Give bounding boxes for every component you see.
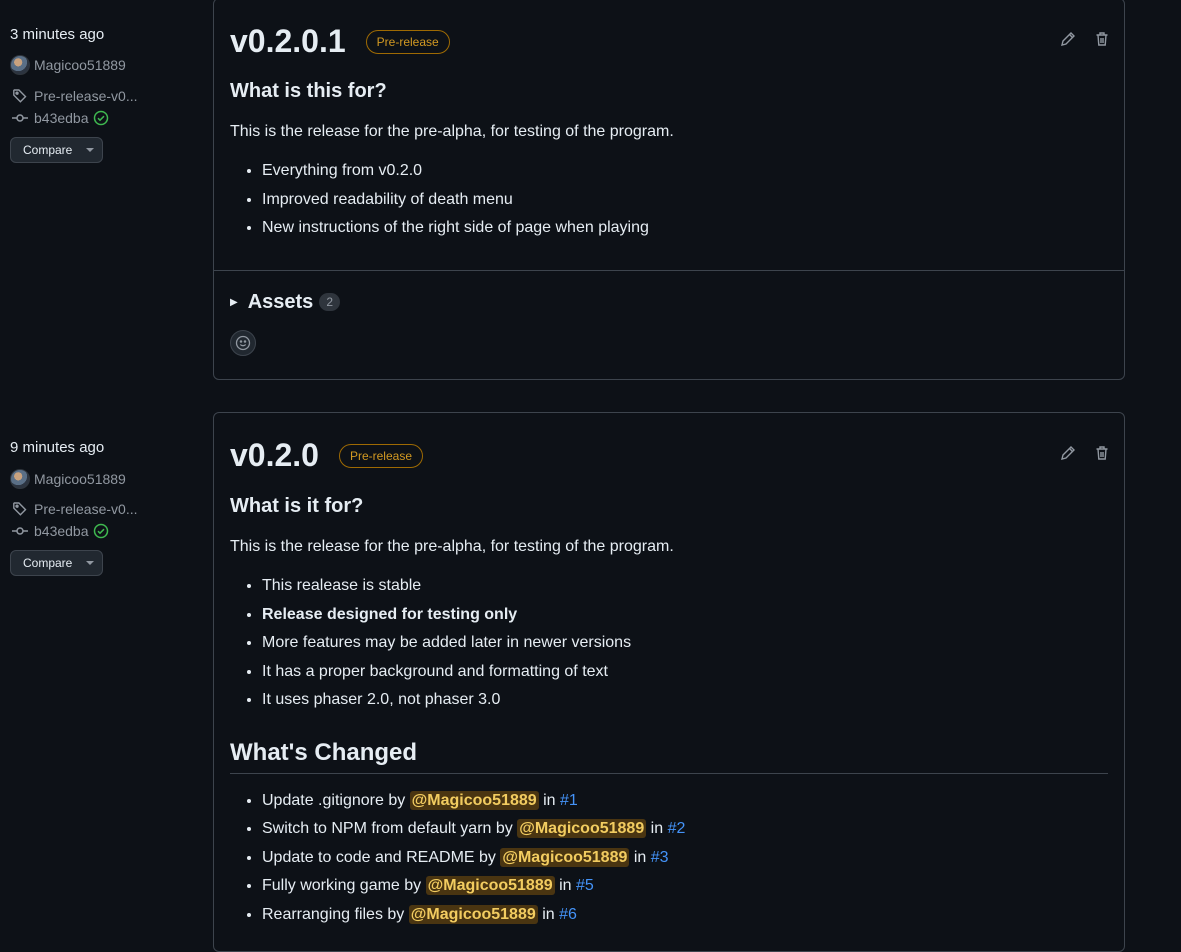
commit-icon xyxy=(10,110,30,126)
list-item: Everything from v0.2.0 xyxy=(262,157,1108,186)
in-word: in xyxy=(559,877,572,894)
list-item: New instructions of the right side of pa… xyxy=(262,214,1108,243)
list-item: Update to code and README by @Magicoo518… xyxy=(262,844,1108,873)
list-item: More features may be added later in newe… xyxy=(262,629,1108,658)
list-item: Release designed for testing only xyxy=(262,601,1108,630)
by-word: by xyxy=(479,848,496,866)
pr-link[interactable]: #1 xyxy=(560,792,578,809)
compare-label: Compare xyxy=(23,556,73,570)
tag-icon xyxy=(10,88,30,104)
release-heading: What is it for? xyxy=(230,495,364,517)
pr-link[interactable]: #2 xyxy=(668,820,686,837)
by-word: by xyxy=(404,877,422,894)
by-word: by xyxy=(387,905,405,923)
list-item: Improved readability of death menu xyxy=(262,186,1108,215)
user-mention[interactable]: @Magicoo51889 xyxy=(500,847,630,867)
release-actions xyxy=(1060,445,1110,466)
release-notes-list: This realease is stable Release designed… xyxy=(230,572,1108,715)
release-actions xyxy=(1060,31,1110,52)
release-header: v0.2.0 Pre-release xyxy=(230,437,1108,474)
release-meta: 9 minutes ago Magicoo51889 Pre-release-v… xyxy=(10,437,200,576)
change-text: Update .gitignore xyxy=(262,791,384,809)
change-text: Rearranging files xyxy=(262,905,383,923)
commit-sha[interactable]: b43edba xyxy=(34,523,89,539)
divider xyxy=(214,269,1124,271)
change-text: Update to code and README xyxy=(262,848,475,866)
release-title[interactable]: v0.2.0 xyxy=(230,437,319,474)
assets-label: Assets xyxy=(247,290,314,313)
pr-link[interactable]: #3 xyxy=(651,849,669,866)
in-word: in xyxy=(633,848,647,866)
in-word: in xyxy=(542,905,555,923)
triangle-right-icon: ▶ xyxy=(230,296,238,308)
author-link[interactable]: Magicoo51889 xyxy=(10,54,200,76)
by-word: by xyxy=(495,820,513,837)
pencil-icon[interactable] xyxy=(1060,31,1076,52)
list-item: It uses phaser 2.0, not phaser 3.0 xyxy=(262,686,1108,715)
release-title[interactable]: v0.2.0.1 xyxy=(230,23,346,60)
changes-heading: What's Changed xyxy=(230,739,1108,774)
trash-icon[interactable] xyxy=(1094,31,1110,52)
tag-name[interactable]: Pre-release-v0... xyxy=(34,88,137,104)
status-badge: Pre-release xyxy=(338,443,423,468)
compare-button[interactable]: Compare xyxy=(10,137,103,163)
commit-link[interactable]: b43edba xyxy=(10,107,200,129)
tag-link[interactable]: Pre-release-v0... xyxy=(10,85,200,107)
smiley-icon xyxy=(235,335,251,350)
release-notes-list: Everything from v0.2.0 Improved readabil… xyxy=(230,157,1108,243)
chevron-down-icon xyxy=(86,561,95,565)
chevron-down-icon xyxy=(86,148,95,152)
list-item: Update .gitignore by @Magicoo51889 in #1 xyxy=(262,787,1108,816)
tag-icon xyxy=(10,501,30,517)
change-text: Fully working game xyxy=(262,877,400,894)
by-word: by xyxy=(388,791,406,809)
list-item: It has a proper background and formattin… xyxy=(262,658,1108,687)
trash-icon[interactable] xyxy=(1094,445,1110,466)
user-mention[interactable]: @Magicoo51889 xyxy=(408,904,538,924)
release-card: v0.2.0 Pre-release What is it for? This … xyxy=(213,412,1125,952)
list-item: Rearranging files by @Magicoo51889 in #6 xyxy=(262,901,1108,930)
compare-label: Compare xyxy=(23,143,73,157)
add-reaction-button[interactable] xyxy=(230,329,256,356)
release-time: 9 minutes ago xyxy=(10,439,105,456)
release-meta: 3 minutes ago Magicoo51889 Pre-release-v… xyxy=(10,24,200,163)
release-description: This is the release for the pre-alpha, f… xyxy=(230,538,674,555)
check-circle-icon[interactable] xyxy=(93,523,109,539)
commit-link[interactable]: b43edba xyxy=(10,520,200,542)
release-time: 3 minutes ago xyxy=(10,26,105,43)
list-item: This realease is stable xyxy=(262,572,1108,601)
release-header: v0.2.0.1 Pre-release xyxy=(230,23,1108,60)
in-word: in xyxy=(543,791,556,809)
compare-button[interactable]: Compare xyxy=(10,550,103,576)
release-description: This is the release for the pre-alpha, f… xyxy=(230,123,674,140)
author-name[interactable]: Magicoo51889 xyxy=(34,57,126,73)
pencil-icon[interactable] xyxy=(1060,445,1076,466)
pr-link[interactable]: #6 xyxy=(559,906,577,923)
bold-text: Release designed for testing only xyxy=(262,605,518,623)
commit-sha[interactable]: b43edba xyxy=(34,110,89,126)
status-badge: Pre-release xyxy=(365,29,450,54)
user-mention[interactable]: @Magicoo51889 xyxy=(425,876,555,895)
commit-icon xyxy=(10,523,30,539)
changes-list: Update .gitignore by @Magicoo51889 in #1… xyxy=(230,787,1108,930)
tag-link[interactable]: Pre-release-v0... xyxy=(10,498,200,520)
author-link[interactable]: Magicoo51889 xyxy=(10,468,200,490)
user-mention[interactable]: @Magicoo51889 xyxy=(409,790,539,810)
change-text: Switch to NPM from default yarn xyxy=(262,820,492,837)
list-item: Fully working game by @Magicoo51889 in #… xyxy=(262,872,1108,901)
check-circle-icon[interactable] xyxy=(93,110,109,126)
tag-name[interactable]: Pre-release-v0... xyxy=(34,501,137,517)
list-item: Switch to NPM from default yarn by @Magi… xyxy=(262,815,1108,844)
release-card: v0.2.0.1 Pre-release What is this for? T… xyxy=(213,0,1125,380)
in-word: in xyxy=(650,820,664,837)
user-mention[interactable]: @Magicoo51889 xyxy=(517,819,647,838)
release-heading: What is this for? xyxy=(230,80,387,102)
assets-toggle[interactable]: ▶ Assets 2 xyxy=(214,291,1124,314)
pr-link[interactable]: #5 xyxy=(576,877,594,894)
assets-count: 2 xyxy=(319,293,340,311)
author-name[interactable]: Magicoo51889 xyxy=(34,471,126,487)
avatar xyxy=(10,55,30,75)
avatar xyxy=(10,469,30,489)
